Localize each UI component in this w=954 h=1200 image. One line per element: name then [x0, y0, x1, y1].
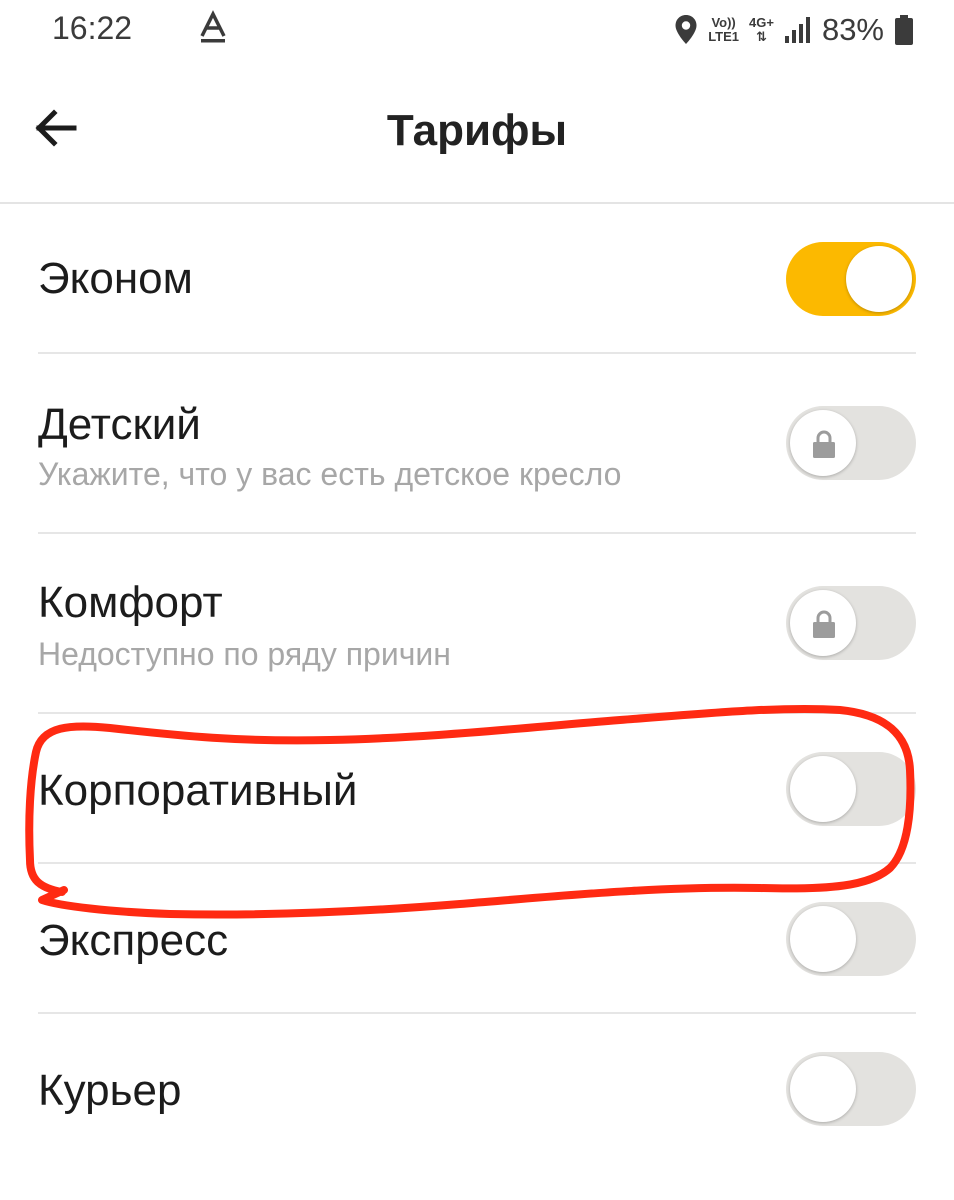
- lte-label: LTE1: [708, 29, 740, 44]
- status-time: 16:22: [52, 10, 133, 46]
- volte-label: Vo)): [711, 15, 736, 30]
- data-type-label: 4G+: [749, 15, 774, 30]
- toggle-knob: [790, 906, 856, 972]
- battery-icon: [895, 15, 913, 45]
- tariff-title: Корпоративный: [38, 766, 358, 815]
- signal-icon: [784, 17, 810, 43]
- toggle-knob: [846, 246, 912, 312]
- toggle-knob: [790, 756, 856, 822]
- tariff-row-child[interactable]: Детский Укажите, что у вас есть детское …: [0, 354, 954, 534]
- toggle-knob: [790, 410, 856, 476]
- toggle-knob: [790, 590, 856, 656]
- data-arrows-icon: ⇅: [756, 29, 767, 44]
- tariff-title: Комфорт: [38, 578, 223, 627]
- tariff-title: Эконом: [38, 254, 193, 303]
- a-letter-icon: [200, 10, 226, 43]
- toggle-knob: [790, 1056, 856, 1122]
- data-type-indicator: 4G+ ⇅: [749, 16, 774, 44]
- battery-percent: 83%: [821, 12, 884, 47]
- tariff-subtitle: Недоступно по ряду причин: [38, 636, 451, 672]
- tariff-row-corporate[interactable]: Корпоративный: [0, 714, 954, 864]
- location-pin-icon: [675, 15, 697, 44]
- app-header: Тарифы: [0, 62, 954, 204]
- status-icons: Vo)) LTE1 4G+ ⇅ 83%: [664, 10, 914, 50]
- tariff-row-express[interactable]: Экспресс: [0, 864, 954, 1014]
- tariff-toggle-econom[interactable]: [786, 242, 916, 316]
- lock-icon: [813, 610, 835, 638]
- tariff-toggle-comfort[interactable]: [786, 586, 916, 660]
- tariff-toggle-corporate[interactable]: [786, 752, 916, 826]
- page-title: Тарифы: [386, 106, 568, 155]
- tariff-toggle-courier[interactable]: [786, 1052, 916, 1126]
- lock-icon: [813, 430, 835, 458]
- tariff-row-courier[interactable]: Курьер: [0, 1014, 954, 1164]
- tariff-toggle-express[interactable]: [786, 902, 916, 976]
- tariff-title: Детский: [38, 400, 201, 449]
- tariff-title: Экспресс: [38, 916, 229, 965]
- tariff-title: Курьер: [38, 1066, 182, 1115]
- status-bar: 16:22 Vo)) LTE1 4G+ ⇅ 83%: [0, 0, 954, 62]
- tariff-row-comfort[interactable]: Комфорт Недоступно по ряду причин: [0, 534, 954, 714]
- tariff-row-econom[interactable]: Эконом: [0, 204, 954, 354]
- tariff-subtitle: Укажите, что у вас есть детское кресло: [38, 456, 622, 492]
- tariff-toggle-child[interactable]: [786, 406, 916, 480]
- volte-indicator: Vo)) LTE1: [708, 16, 739, 44]
